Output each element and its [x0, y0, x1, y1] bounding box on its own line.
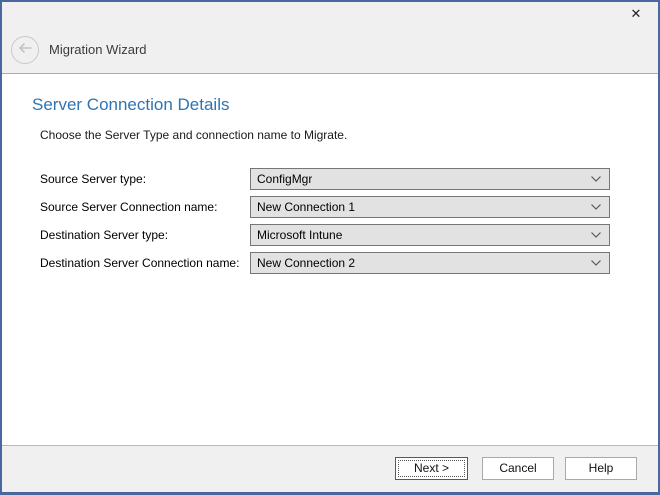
- source-server-type-label: Source Server type:: [40, 172, 250, 186]
- destination-connection-name-label: Destination Server Connection name:: [40, 256, 250, 270]
- back-button[interactable]: [11, 36, 39, 64]
- chevron-down-icon: [590, 231, 602, 239]
- destination-connection-name-dropdown[interactable]: New Connection 2: [250, 252, 610, 274]
- migration-wizard-dialog: ✕ Migration Wizard Server Connection Det…: [0, 0, 660, 495]
- page-description: Choose the Server Type and connection na…: [40, 128, 347, 142]
- dropdown-selected-value: ConfigMgr: [257, 172, 312, 186]
- destination-server-type-label: Destination Server type:: [40, 228, 250, 242]
- close-button[interactable]: ✕: [620, 2, 652, 26]
- chevron-down-icon: [590, 259, 602, 267]
- dropdown-selected-value: Microsoft Intune: [257, 228, 342, 242]
- next-button[interactable]: Next >: [395, 457, 468, 480]
- title-bar: ✕: [2, 2, 658, 26]
- page-title: Server Connection Details: [32, 95, 229, 115]
- wizard-page-body: Server Connection Details Choose the Ser…: [2, 74, 658, 445]
- help-button[interactable]: Help: [565, 457, 637, 480]
- chevron-down-icon: [590, 175, 602, 183]
- cancel-button[interactable]: Cancel: [482, 457, 554, 480]
- destination-server-type-dropdown[interactable]: Microsoft Intune: [250, 224, 610, 246]
- wizard-footer: Next > Cancel Help: [2, 445, 658, 492]
- connection-form: Source Server type: ConfigMgr Source Ser…: [40, 168, 636, 280]
- form-row-destination-server-type: Destination Server type: Microsoft Intun…: [40, 224, 636, 246]
- source-connection-name-dropdown[interactable]: New Connection 1: [250, 196, 610, 218]
- dropdown-selected-value: New Connection 1: [257, 200, 355, 214]
- source-server-type-dropdown[interactable]: ConfigMgr: [250, 168, 610, 190]
- form-row-destination-connection-name: Destination Server Connection name: New …: [40, 252, 636, 274]
- wizard-title: Migration Wizard: [49, 42, 147, 57]
- arrow-left-icon: [17, 42, 33, 57]
- close-icon: ✕: [631, 6, 642, 22]
- chevron-down-icon: [590, 203, 602, 211]
- dropdown-selected-value: New Connection 2: [257, 256, 355, 270]
- form-row-source-connection-name: Source Server Connection name: New Conne…: [40, 196, 636, 218]
- wizard-header: Migration Wizard: [2, 26, 658, 74]
- form-row-source-server-type: Source Server type: ConfigMgr: [40, 168, 636, 190]
- source-connection-name-label: Source Server Connection name:: [40, 200, 250, 214]
